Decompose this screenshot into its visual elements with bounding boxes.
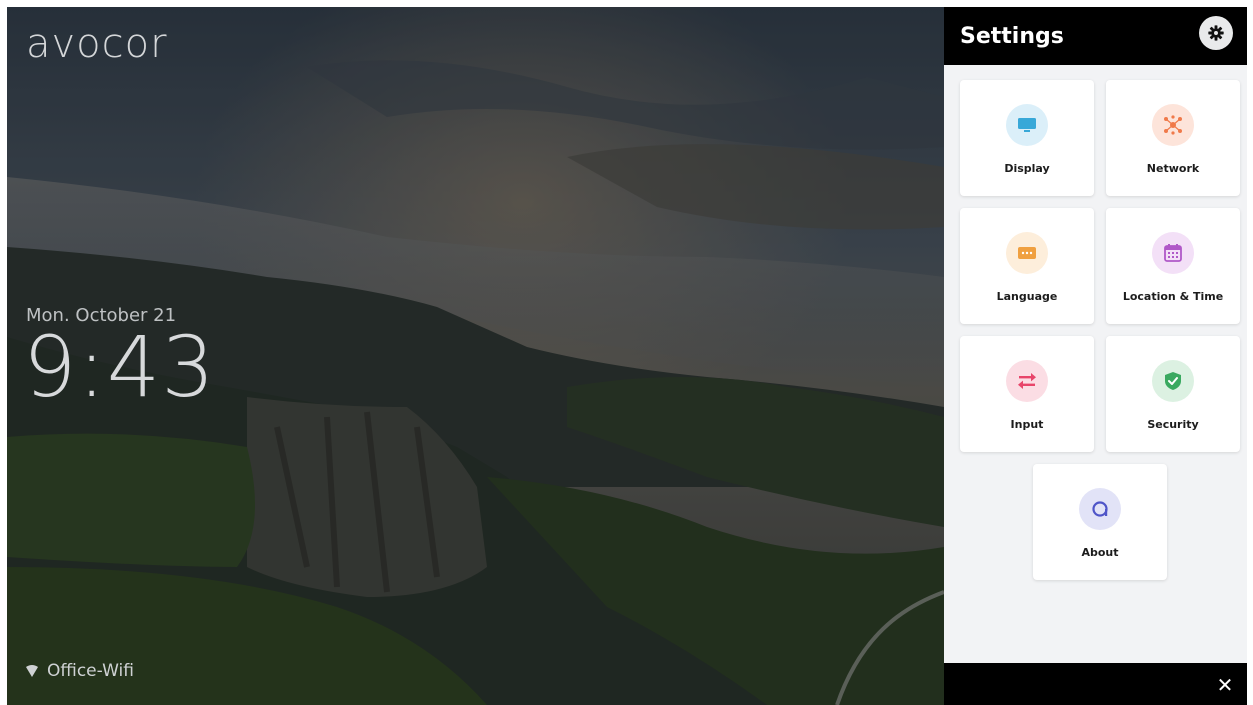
display-icon-circle <box>1006 104 1048 146</box>
input-icon-circle <box>1006 360 1048 402</box>
network-icon <box>1164 115 1182 135</box>
settings-footer: ✕ <box>944 663 1247 705</box>
about-logo-icon <box>1092 501 1108 517</box>
settings-title: Settings <box>960 23 1064 49</box>
gear-icon <box>1208 25 1224 41</box>
swap-arrows-icon <box>1018 373 1036 389</box>
security-label: Security <box>1147 418 1199 431</box>
security-icon-circle <box>1152 360 1194 402</box>
brand-logo: avocor <box>26 21 168 67</box>
network-status: Office-Wifi <box>25 659 134 683</box>
location-time-tile[interactable]: Location & Time <box>1106 208 1240 324</box>
close-icon: ✕ <box>1216 673 1234 697</box>
clock: 9:43 <box>23 318 216 416</box>
display-tile[interactable]: Display <box>960 80 1094 196</box>
monitor-icon <box>1018 118 1036 132</box>
language-icon-circle <box>1006 232 1048 274</box>
network-name: Office-Wifi <box>47 661 134 681</box>
chat-bubble-icon <box>1018 247 1036 259</box>
settings-header: Settings <box>944 7 1247 65</box>
input-label: Input <box>1010 418 1044 431</box>
network-label: Network <box>1146 162 1200 175</box>
close-button[interactable]: ✕ <box>1211 671 1239 699</box>
language-tile[interactable]: Language <box>960 208 1094 324</box>
location-time-icon-circle <box>1152 232 1194 274</box>
settings-tiles: Display Network Language Location & Time… <box>944 65 1247 663</box>
shield-check-icon <box>1165 372 1181 390</box>
about-icon-circle <box>1079 488 1121 530</box>
settings-panel: Settings Display Network Language Locati… <box>944 7 1247 705</box>
screen: avocor Mon. October 21 9:43 Office-Wifi … <box>7 7 1247 705</box>
display-label: Display <box>1004 162 1050 175</box>
calendar-icon <box>1164 244 1182 262</box>
security-tile[interactable]: Security <box>1106 336 1240 452</box>
about-label: About <box>1081 546 1119 559</box>
input-tile[interactable]: Input <box>960 336 1094 452</box>
wifi-icon <box>26 665 38 677</box>
network-tile[interactable]: Network <box>1106 80 1240 196</box>
location-time-label: Location & Time <box>1122 290 1224 303</box>
language-label: Language <box>996 290 1058 303</box>
about-tile[interactable]: About <box>1033 464 1167 580</box>
settings-gear-button[interactable] <box>1199 16 1233 50</box>
network-icon-circle <box>1152 104 1194 146</box>
